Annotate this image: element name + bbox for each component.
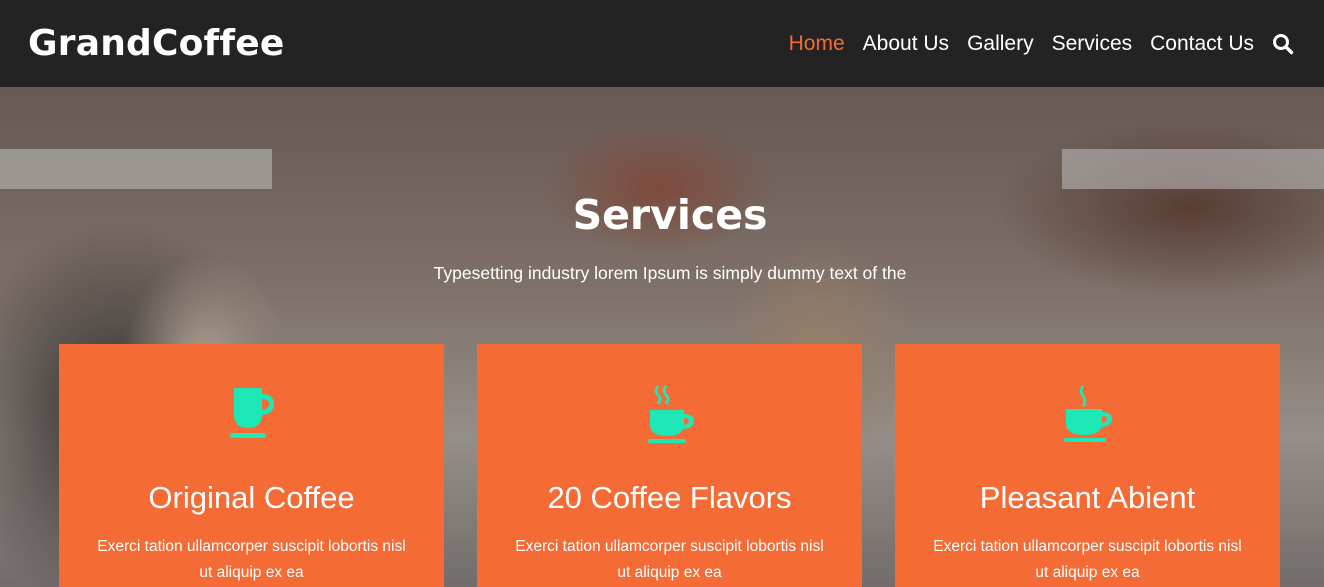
steaming-cup-icon [895,384,1280,446]
search-icon[interactable] [1272,33,1294,55]
service-title: Original Coffee [148,480,355,515]
nav-home[interactable]: Home [789,32,845,56]
nav-about-us[interactable]: About Us [863,32,949,56]
hot-coffee-icon [477,384,862,446]
page-title: Services [572,191,768,239]
site-logo[interactable]: GrandCoffee [28,23,285,64]
site-header: GrandCoffee Home About Us Gallery Servic… [0,0,1324,87]
nav-gallery[interactable]: Gallery [967,32,1034,56]
page-subtitle: Typesetting industry lorem Ipsum is simp… [433,263,907,283]
service-card-coffee-flavors: 20 Coffee Flavors Exerci tation ullamcor… [477,344,862,587]
nav-services[interactable]: Services [1052,32,1133,56]
service-description: Exerci tation ullamcorper suscipit lobor… [933,538,1242,581]
main-nav: Home About Us Gallery Services Contact U… [771,32,1294,56]
service-description: Exerci tation ullamcorper suscipit lobor… [515,538,824,581]
service-description: Exerci tation ullamcorper suscipit lobor… [97,538,406,581]
service-card-original-coffee: Original Coffee Exerci tation ullamcorpe… [59,344,444,587]
service-title: 20 Coffee Flavors [547,480,792,515]
coffee-cup-icon [59,384,444,446]
service-title: Pleasant Abient [979,480,1196,515]
service-card-pleasant-abient: Pleasant Abient Exerci tation ullamcorpe… [895,344,1280,587]
nav-contact-us[interactable]: Contact Us [1150,32,1254,56]
